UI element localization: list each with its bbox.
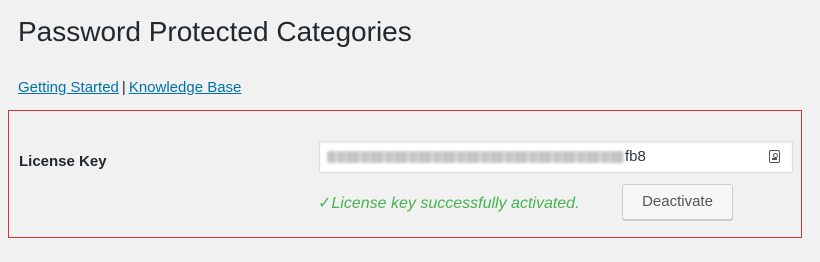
- contact-card-icon[interactable]: [769, 150, 780, 163]
- license-status-message: ✓License key successfully activated.: [318, 195, 580, 212]
- help-links: Getting Started | Knowledge Base: [18, 79, 241, 96]
- license-key-label: License Key: [19, 153, 107, 170]
- deactivate-button[interactable]: Deactivate: [622, 184, 733, 220]
- license-key-input[interactable]: fb8: [319, 141, 793, 173]
- settings-page: Password Protected Categories Getting St…: [0, 0, 820, 262]
- license-key-visible-suffix: fb8: [625, 148, 646, 165]
- obscured-license-text: [327, 151, 624, 163]
- knowledge-base-link[interactable]: Knowledge Base: [129, 79, 242, 96]
- link-separator: |: [121, 79, 126, 96]
- page-title: Password Protected Categories: [18, 16, 412, 47]
- getting-started-link[interactable]: Getting Started: [18, 79, 119, 96]
